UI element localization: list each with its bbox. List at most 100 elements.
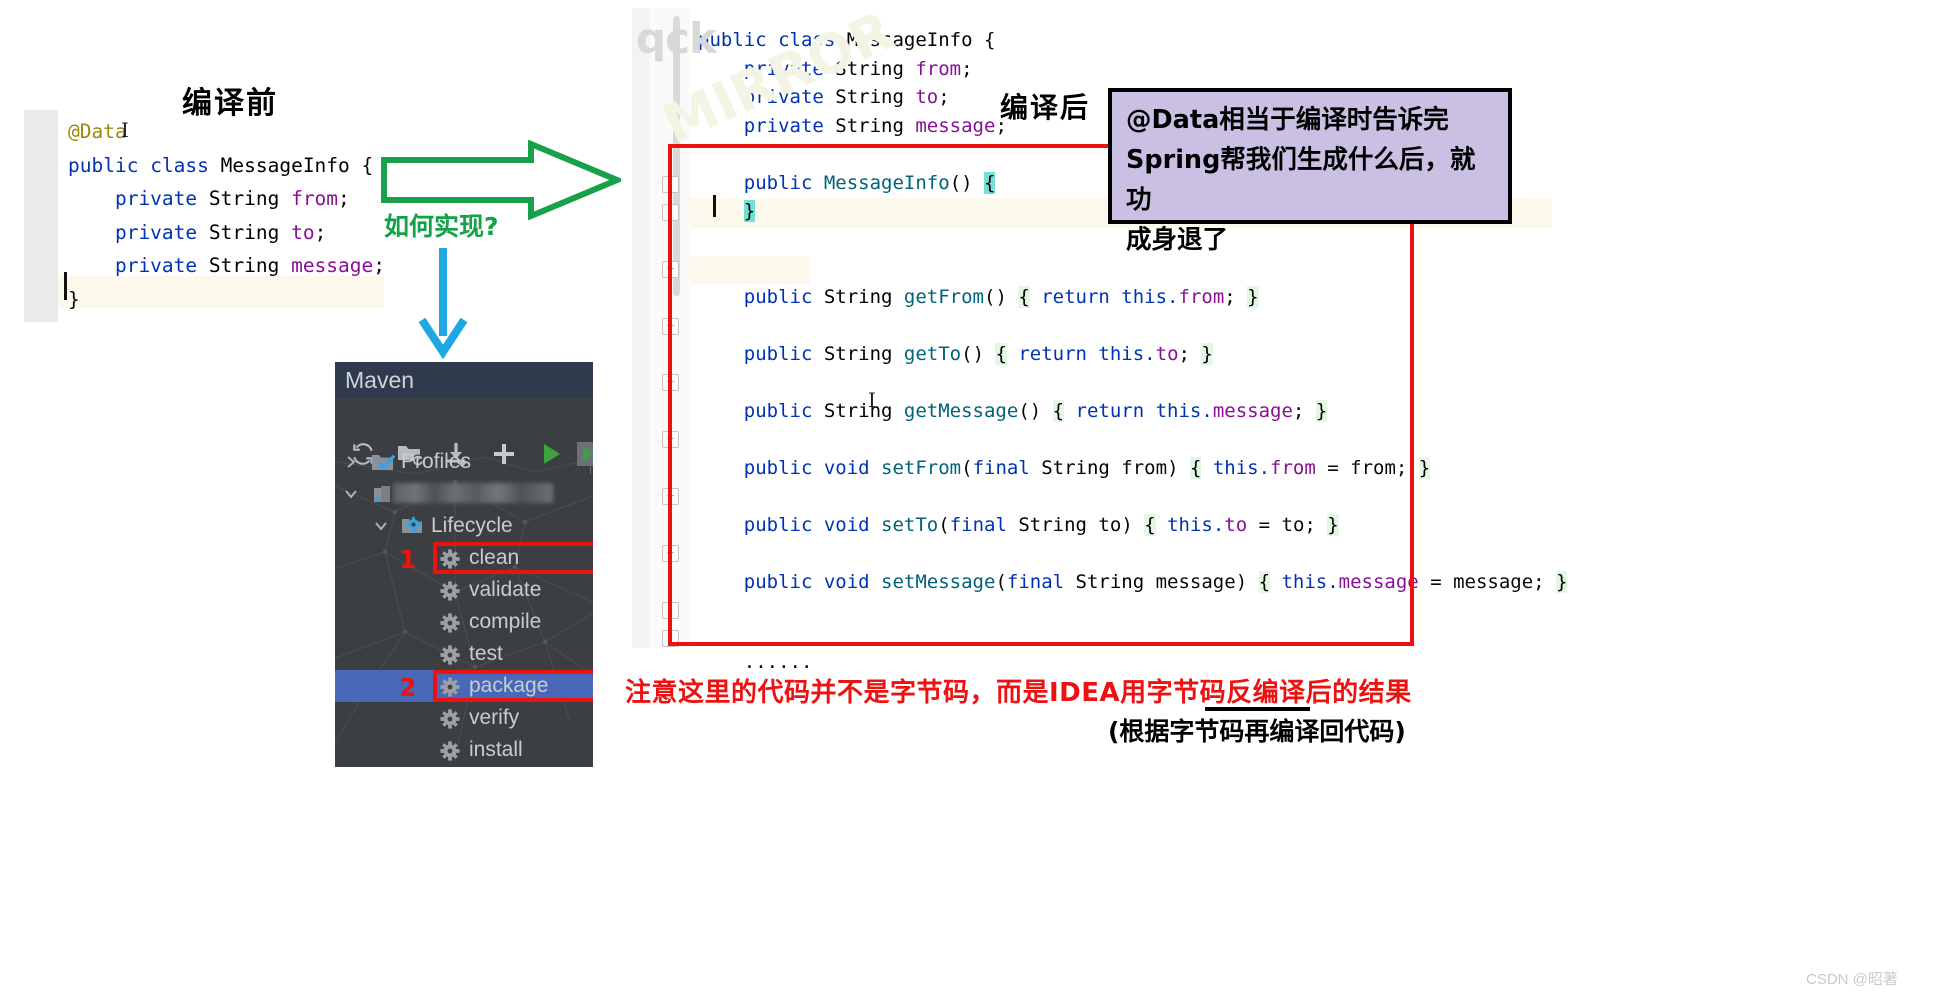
code-fold-toggle[interactable]: -: [662, 630, 679, 647]
code-line: private String from;: [68, 182, 385, 216]
code-token: = to;: [1258, 513, 1328, 536]
code-token: final: [1006, 570, 1076, 593]
code-fold-toggle[interactable]: +: [662, 488, 679, 505]
maven-tree-item-label: verify: [469, 706, 520, 729]
bottom-note-underline: [1205, 707, 1310, 711]
code-token: return: [1064, 399, 1156, 422]
code-token: {: [1258, 570, 1271, 593]
code-token: (: [938, 513, 950, 536]
code-token: (: [961, 456, 973, 479]
code-token: public: [698, 513, 824, 536]
code-token: }: [1418, 456, 1431, 479]
code-token: return: [1006, 342, 1099, 365]
step-number-badge: 2: [399, 673, 417, 702]
code-fold-toggle[interactable]: -: [662, 176, 679, 193]
purple-note-line-1: @Data相当于编译时告诉完: [1126, 105, 1449, 135]
editor-gutter: [24, 110, 58, 322]
code-token: ;: [1178, 342, 1202, 365]
maven-tree-item-compile[interactable]: compile: [335, 606, 593, 638]
code-token: {: [1052, 399, 1065, 422]
code-token: @Data: [68, 120, 127, 143]
code-token: getTo: [903, 342, 962, 365]
maven-tree[interactable]: Profiles Lifecycle clean 1 validate compile te…: [335, 446, 593, 766]
maven-tree-item-Profiles[interactable]: Profiles: [335, 446, 593, 478]
red-highlight-outline: [433, 542, 593, 574]
gear-icon: [439, 708, 461, 735]
code-token: final: [972, 456, 1042, 479]
code-token: message: [1338, 570, 1431, 593]
code-token: final: [949, 513, 1019, 536]
before-compile-editor[interactable]: @Data public class MessageInfo { private …: [24, 110, 385, 322]
bottom-red-note: 注意这里的代码并不是字节码，而是IDEA用字节码反编译后的结果: [625, 678, 1412, 708]
code-token: ): [1167, 456, 1190, 479]
code-token: from: [291, 187, 339, 210]
code-token: String: [208, 254, 292, 277]
code-token: (): [949, 171, 985, 194]
maven-tree-item-test[interactable]: test: [335, 638, 593, 670]
code-token: message: [1155, 570, 1236, 593]
code-token: this.: [1098, 342, 1156, 365]
editor-left-stripe: [632, 8, 650, 648]
blurred-project-name: [393, 483, 553, 503]
maven-toolbar[interactable]: [335, 398, 593, 474]
maven-tree-item-validate[interactable]: validate: [335, 574, 593, 606]
mouse-text-cursor-icon: I: [121, 118, 129, 142]
maven-tree-item-project[interactable]: [335, 478, 593, 510]
chevron-right-icon[interactable]: [343, 454, 359, 475]
code-token: ;: [338, 187, 350, 210]
code-token: ;: [314, 220, 327, 244]
code-token: ;: [938, 86, 950, 108]
maven-tree-item-verify[interactable]: verify: [335, 702, 593, 734]
code-fold-toggle[interactable]: +: [662, 318, 679, 335]
code-token: }: [1315, 399, 1328, 422]
code-line: public void setMessage(final String mess…: [698, 568, 1568, 597]
code-token: public: [698, 342, 824, 365]
maven-tool-window[interactable]: Maven Profiles Lifecycle clean 1 validat…: [335, 362, 593, 767]
code-fold-toggle[interactable]: +: [662, 545, 679, 562]
code-token: from: [915, 57, 962, 80]
code-fold-toggle[interactable]: +: [662, 431, 679, 448]
label-before-compile: 编译前: [182, 86, 278, 121]
code-fold-toggle[interactable]: +: [662, 374, 679, 391]
blue-down-arrow-icon: [412, 248, 474, 365]
code-line: public String getTo() { return this.to; …: [698, 340, 1567, 369]
maven-tree-item-package[interactable]: package 2: [335, 670, 593, 702]
lifecycle-folder-icon: [401, 516, 425, 541]
label-after-compile: 编译后: [1000, 91, 1091, 124]
code-token: message: [1212, 399, 1293, 422]
code-token: void: [823, 513, 882, 536]
before-compile-code[interactable]: @Data public class MessageInfo { private …: [68, 115, 385, 316]
code-fold-toggle[interactable]: -: [662, 602, 679, 619]
code-fold-toggle[interactable]: +: [662, 261, 679, 278]
code-token: }: [743, 200, 756, 222]
code-token: ;: [961, 57, 973, 80]
code-token: }: [1247, 285, 1259, 308]
code-token: ;: [1224, 285, 1248, 308]
maven-tree-item-install[interactable]: install: [335, 734, 593, 766]
purple-note-line-2: Spring帮我们生成什么后，就功: [1126, 145, 1476, 215]
maven-tree-item-Lifecycle[interactable]: Lifecycle: [335, 510, 593, 542]
code-token: private: [68, 187, 209, 210]
chevron-down-icon[interactable]: [373, 518, 389, 539]
code-token: {: [1018, 285, 1030, 308]
code-token: this.: [1121, 285, 1179, 308]
code-token: to: [915, 86, 939, 108]
code-token: this.: [1155, 399, 1213, 422]
maven-tree-item-label: Lifecycle: [431, 514, 513, 537]
code-token: {: [984, 29, 996, 51]
code-line: public class MessageInfo {: [68, 149, 385, 183]
code-token: public: [698, 171, 824, 194]
code-token: setTo: [881, 513, 939, 536]
gear-icon: [439, 612, 461, 639]
chevron-down-icon[interactable]: [343, 486, 359, 507]
code-token: String: [823, 399, 904, 422]
maven-tree-item-clean[interactable]: clean 1: [335, 542, 593, 574]
code-fold-toggle[interactable]: -: [662, 204, 679, 221]
code-token: return: [1029, 285, 1122, 308]
code-token: }: [68, 287, 80, 311]
red-highlight-outline: [433, 670, 593, 702]
project-icon: [371, 484, 393, 511]
